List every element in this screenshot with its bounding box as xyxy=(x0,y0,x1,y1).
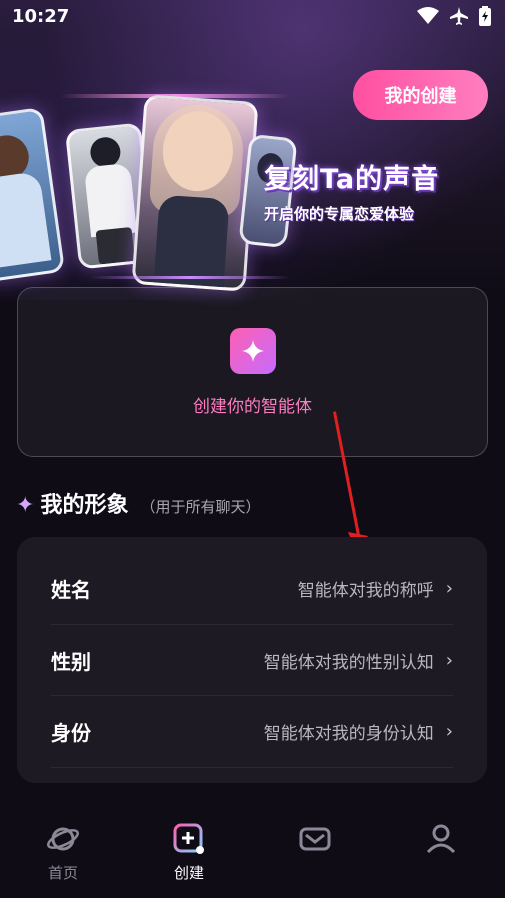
sparkle-icon: ✦ xyxy=(16,493,35,518)
create-agent-card[interactable]: 创建你的智能体 xyxy=(17,287,488,457)
profile-settings-card: 姓名 智能体对我的称呼 › 性别 智能体对我的性别认知 › 身份 智能体对我的身… xyxy=(17,537,487,783)
wifi-icon xyxy=(417,7,439,25)
hero-subtitle: 开启你的专属恋爱体验 xyxy=(264,205,415,223)
profile-row-name[interactable]: 姓名 智能体对我的称呼 › xyxy=(51,553,453,624)
row-label: 姓名 xyxy=(51,578,91,602)
row-label: 性别 xyxy=(51,650,91,674)
hero-title: 复刻Ta的声音 xyxy=(264,164,440,195)
tab-messages[interactable] xyxy=(252,810,378,898)
section-title-note: （用于所有聊天） xyxy=(140,498,261,516)
message-icon xyxy=(298,822,332,856)
profile-row-gender[interactable]: 性别 智能体对我的性别认知 › xyxy=(51,625,453,696)
sparkle-icon xyxy=(230,328,276,374)
create-agent-label: 创建你的智能体 xyxy=(193,397,312,417)
status-time: 10:27 xyxy=(12,6,70,27)
row-value: 智能体对我的称呼 xyxy=(297,581,434,601)
tab-label: 创建 xyxy=(173,864,204,882)
row-divider xyxy=(51,767,453,768)
chevron-right-icon: › xyxy=(445,578,453,599)
status-bar: 10:27 xyxy=(0,0,505,34)
chevron-right-icon: › xyxy=(445,721,453,742)
tab-profile[interactable] xyxy=(378,810,504,898)
row-label: 身份 xyxy=(51,721,91,745)
hero-glow-line xyxy=(90,276,290,279)
bottom-tab-bar: 首页 创建 xyxy=(0,810,505,898)
tab-create[interactable]: 创建 xyxy=(126,810,252,898)
chevron-right-icon: › xyxy=(445,650,453,671)
battery-charging-icon xyxy=(479,6,491,26)
my-creations-button[interactable]: 我的创建 xyxy=(353,70,488,120)
character-card-featured[interactable] xyxy=(131,94,259,292)
row-value: 智能体对我的身份认知 xyxy=(263,724,434,744)
profile-row-identity[interactable]: 身份 智能体对我的身份认知 › xyxy=(51,696,453,767)
user-icon xyxy=(424,822,458,856)
tab-label: 首页 xyxy=(47,864,78,882)
section-title-text: 我的形象 xyxy=(40,493,129,518)
section-title-my-profile: ✦ 我的形象 （用于所有聊天） xyxy=(16,487,260,519)
planet-icon xyxy=(46,822,80,856)
row-value: 智能体对我的性别认知 xyxy=(263,653,434,673)
add-square-icon xyxy=(172,822,206,856)
tab-home[interactable]: 首页 xyxy=(0,810,126,898)
airplane-icon xyxy=(449,6,469,26)
